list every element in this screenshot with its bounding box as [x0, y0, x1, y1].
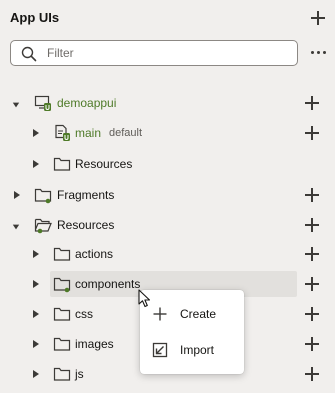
folder-icon [53, 337, 71, 351]
tree-item-actions[interactable]: actions [0, 241, 335, 267]
tree-item-label: actions [75, 247, 114, 261]
menu-item-label: Create [180, 307, 217, 321]
folder-icon [53, 307, 71, 321]
tree-item-label: css [75, 307, 93, 321]
tree-item-fragments[interactable]: Fragments [0, 182, 335, 208]
folder-icon [34, 188, 52, 204]
tree-item-demoappui[interactable]: demoappui [0, 90, 335, 116]
add-button[interactable] [304, 125, 320, 141]
folder-icon [53, 367, 71, 381]
add-button[interactable] [304, 187, 320, 203]
add-button[interactable] [304, 336, 320, 352]
chevron-right-icon[interactable] [32, 339, 40, 349]
panel-title: App UIs [10, 10, 60, 25]
tree-item-label: demoappui [57, 96, 117, 110]
app-ui-icon [34, 95, 51, 111]
tree-item-resources[interactable]: Resources [0, 212, 335, 238]
panel-header: App UIs [0, 0, 335, 36]
more-options-button[interactable] [311, 51, 327, 55]
chevron-right-icon[interactable] [32, 249, 40, 259]
add-button[interactable] [304, 246, 320, 262]
chevron-right-icon[interactable] [32, 128, 40, 138]
plus-icon [153, 307, 167, 321]
tree-item-label: main [75, 126, 102, 140]
tree-item-label: components [75, 277, 141, 291]
menu-item-create[interactable]: Create [140, 296, 244, 332]
tree-item-label: Resources [75, 157, 133, 171]
add-context-menu: Create Import [140, 290, 244, 374]
default-tag: default [109, 127, 143, 139]
menu-item-import[interactable]: Import [140, 332, 244, 368]
add-button[interactable] [304, 306, 320, 322]
add-button[interactable] [304, 366, 320, 382]
chevron-down-icon[interactable] [12, 100, 20, 110]
tree-item-label: images [75, 337, 114, 351]
tree-item-main-resources[interactable]: Resources [0, 151, 335, 177]
chevron-right-icon[interactable] [32, 369, 40, 379]
filter-input[interactable] [47, 45, 287, 61]
folder-icon [53, 157, 71, 171]
add-button[interactable] [304, 95, 320, 111]
folder-icon [53, 247, 71, 261]
more-dot-icon [323, 51, 326, 54]
add-app-ui-button[interactable] [310, 10, 326, 26]
tree-item-label: Resources [57, 218, 115, 232]
import-icon [152, 342, 168, 358]
mouse-pointer-icon [138, 289, 151, 308]
chevron-down-icon[interactable] [12, 222, 20, 232]
search-icon [21, 46, 37, 62]
tree-item-label: Fragments [57, 188, 115, 202]
folder-icon [53, 277, 71, 293]
folder-open-icon [34, 218, 52, 234]
more-dot-icon [317, 51, 320, 54]
tree-item-label: js [75, 367, 84, 381]
chevron-right-icon[interactable] [13, 190, 21, 200]
add-button[interactable] [304, 217, 320, 233]
chevron-right-icon[interactable] [32, 159, 40, 169]
add-button[interactable] [304, 276, 320, 292]
more-dot-icon [311, 51, 314, 54]
flow-icon [55, 124, 70, 141]
chevron-right-icon[interactable] [32, 279, 40, 289]
filter-field[interactable] [10, 40, 298, 66]
menu-item-label: Import [180, 343, 215, 357]
tree-item-main[interactable]: main default [0, 120, 335, 146]
chevron-right-icon[interactable] [32, 309, 40, 319]
